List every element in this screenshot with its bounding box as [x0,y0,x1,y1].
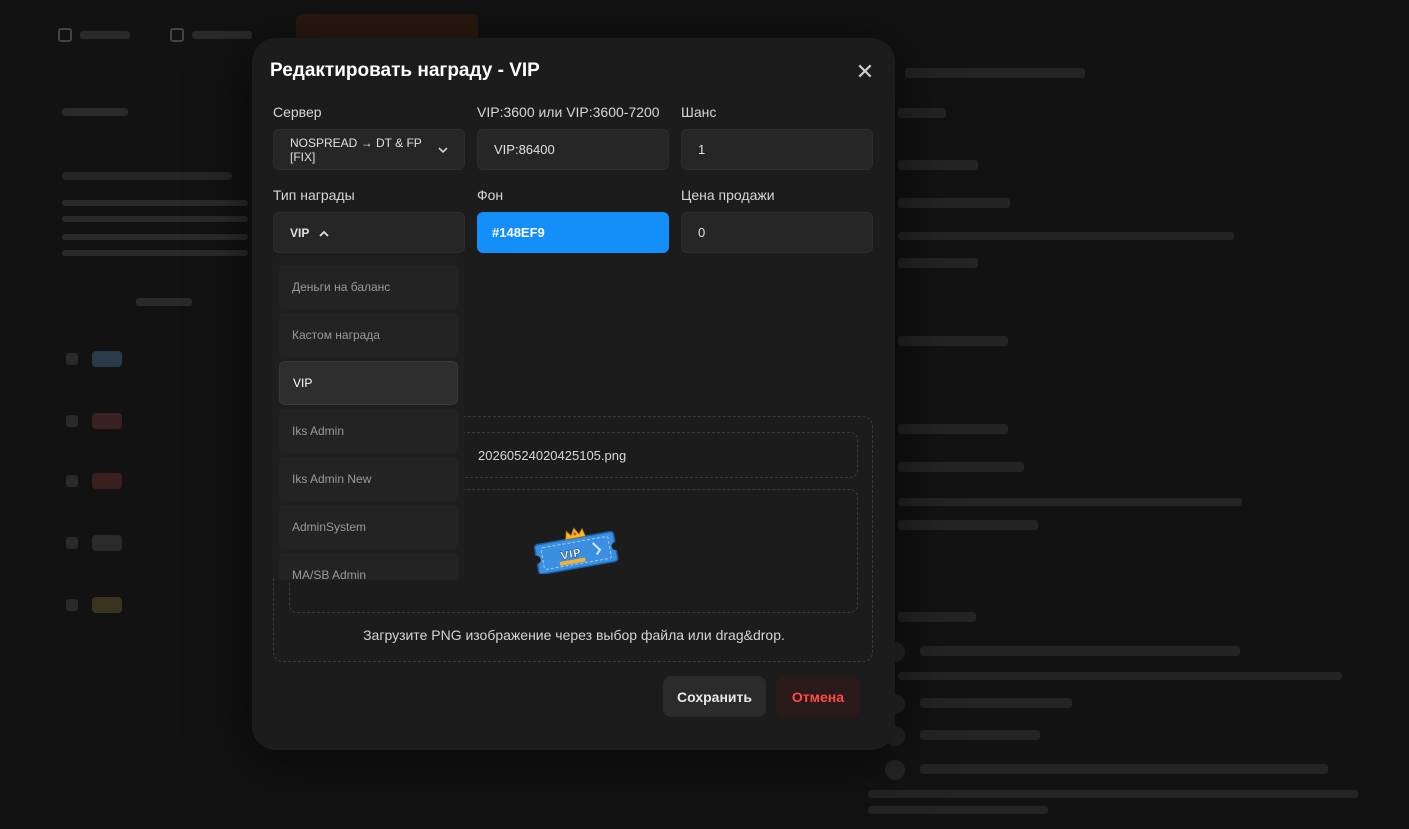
reward-type-label: Тип награды [273,187,355,203]
edit-reward-modal: Редактировать награду - VIP ✕ Сервер NOS… [252,38,895,750]
server-select[interactable]: NOSPREAD → DT & FP [FIX] [273,129,465,170]
background-nav-item [170,28,252,42]
background-right-line [868,790,1358,798]
background-left-line [62,216,248,222]
background-left-line [62,250,248,256]
server-label: Сервер [273,104,322,120]
background-right-toggle [885,760,905,780]
close-icon[interactable]: ✕ [855,61,875,83]
background-color-label: Фон [477,187,504,203]
background-right-line [898,424,1008,434]
background-left-line [62,200,248,206]
background-right-line [898,520,1038,530]
background-right-line [905,68,1085,78]
background-left-subtitle [62,172,232,180]
background-right-line [898,108,946,118]
chevron-down-icon [438,143,448,157]
chevron-up-icon [319,226,329,240]
background-right-line [898,462,1024,472]
background-row [66,466,122,496]
modal-title: Редактировать награду - VIP [270,60,540,81]
background-right-line [898,612,976,622]
upload-hint: Загрузите PNG изображение через выбор фа… [363,627,785,643]
background-right-line [898,258,978,268]
background-right-line [868,806,1048,814]
reward-type-select[interactable]: VIP [273,212,465,253]
background-row [66,590,122,620]
background-row [66,406,122,436]
background-right-line [920,764,1328,774]
background-nav-item [58,28,130,42]
cancel-button[interactable]: Отмена [776,676,860,717]
vip-time-value: VIP:86400 [494,142,555,157]
server-select-value: NOSPREAD → DT & FP [FIX] [290,135,422,164]
background-right-line [898,198,1010,208]
dropdown-option-selected[interactable]: VIP [279,361,458,405]
dropdown-option[interactable]: MA/SB Admin [279,553,458,580]
dropdown-option[interactable]: AdminSystem [279,505,458,549]
vip-time-label: VIP:3600 или VIP:3600-7200 [477,104,660,120]
background-right-line [898,672,1342,680]
background-right-line [898,160,978,170]
background-color-input[interactable]: #148EF9 [477,212,669,253]
background-right-line [920,730,1040,740]
background-color-value: #148EF9 [492,225,545,240]
dropdown-option[interactable]: Деньги на баланс [279,265,458,309]
background-right-line [920,646,1240,656]
background-left-line [62,234,248,240]
dropdown-option[interactable]: Кастом награда [279,313,458,357]
background-right-line [920,698,1072,708]
reward-type-value: VIP [290,225,310,240]
sale-price-value: 0 [698,225,706,240]
chance-input[interactable]: 1 [681,129,873,170]
background-right-line [898,232,1234,240]
save-button[interactable]: Сохранить [663,676,766,717]
background-row [66,344,122,374]
sale-price-input[interactable]: 0 [681,212,873,253]
vip-time-input[interactable]: VIP:86400 [477,129,669,170]
vip-ticket-icon: VIP [530,524,622,579]
file-name: 20260524020425105.png [478,447,627,463]
dropdown-option[interactable]: Iks Admin [279,409,458,453]
chance-value: 1 [698,142,706,157]
background-right-line [898,336,1008,346]
reward-type-dropdown: Деньги на баланс Кастом награда VIP Iks … [272,254,464,580]
sale-price-label: Цена продажи [681,187,775,203]
chance-label: Шанс [681,104,717,120]
background-left-title [62,108,128,116]
background-row [66,528,122,558]
dropdown-option[interactable]: Iks Admin New [279,457,458,501]
background-right-line [898,498,1242,506]
background-left-column-header [136,298,192,306]
